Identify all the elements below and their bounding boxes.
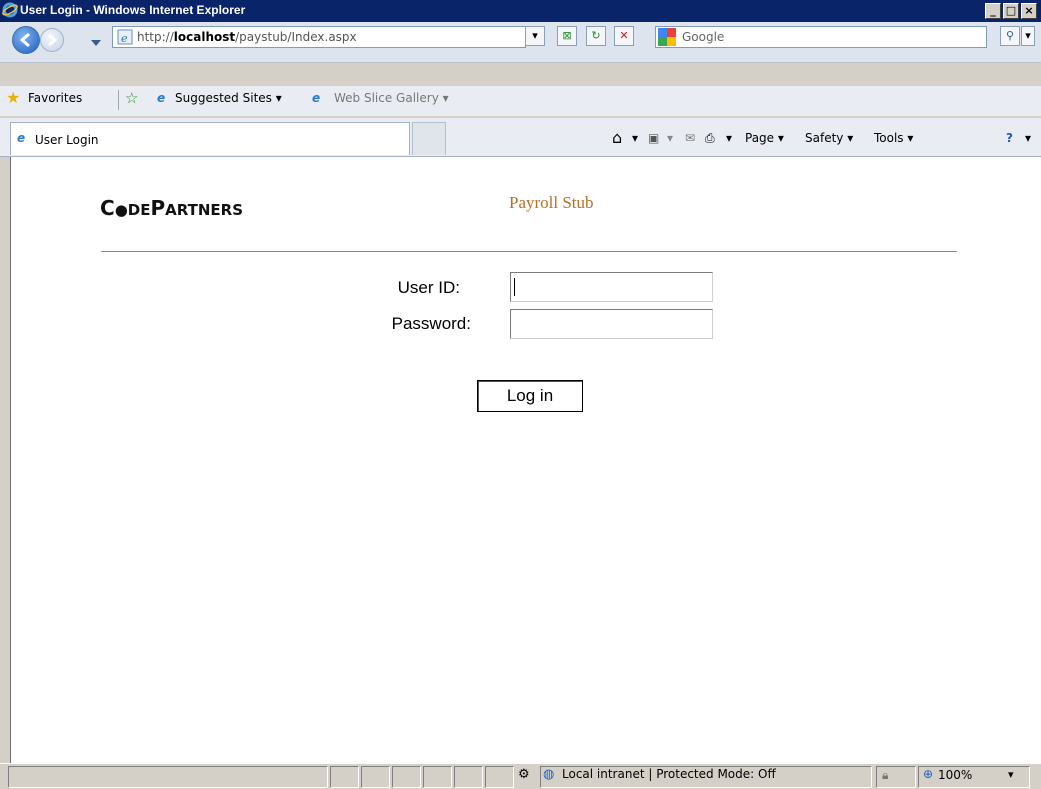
tab-user-login[interactable]: e User Login — [10, 122, 410, 155]
forward-arrow-icon — [48, 34, 57, 46]
tools-menu[interactable]: Tools ▾ — [874, 131, 913, 145]
address-bar[interactable]: e http://localhost/paystub/Index.aspx — [112, 26, 526, 48]
compatibility-view-icon[interactable]: ⊠ — [557, 26, 577, 46]
user-id-input[interactable] — [510, 272, 713, 302]
suggested-sites-icon: e — [157, 91, 166, 105]
minimize-button[interactable]: _ — [985, 3, 1001, 19]
status-pane — [361, 766, 390, 788]
status-message-pane — [8, 766, 328, 788]
google-logo-icon — [658, 28, 676, 46]
recent-pages-dropdown[interactable] — [91, 32, 101, 51]
page-menu[interactable]: Page ▾ — [745, 131, 784, 145]
web-slice-gallery-button[interactable]: Web Slice Gallery ▾ — [334, 91, 449, 105]
print-icon[interactable]: ⎙ — [705, 131, 715, 146]
user-id-label: User ID: — [397, 278, 460, 297]
logo-letter: C — [100, 196, 115, 220]
help-icon[interactable]: ? — [1006, 131, 1013, 145]
password-input[interactable] — [510, 309, 713, 339]
read-mail-icon[interactable]: ✉ — [685, 131, 695, 145]
logo-letters: ARTNERS — [165, 201, 244, 219]
logo-dot: ● — [114, 201, 128, 219]
stop-icon[interactable]: ✕ — [614, 26, 634, 46]
toolbar-divider — [118, 90, 119, 110]
login-button[interactable]: Log in — [477, 380, 583, 412]
feeds-dropdown[interactable]: ▾ — [667, 131, 673, 145]
chevron-down-icon — [91, 40, 101, 46]
favorites-star-icon: ★ — [6, 88, 21, 107]
status-pane — [423, 766, 452, 788]
web-slice-icon: e — [312, 91, 321, 105]
search-icon[interactable]: ⚲ — [1000, 26, 1020, 46]
logo-letters: DE — [127, 201, 151, 219]
status-pane — [454, 766, 483, 788]
print-dropdown[interactable]: ▾ — [726, 131, 732, 145]
lock-icon: 🔒︎ — [882, 768, 889, 782]
url-host: localhost — [173, 30, 236, 44]
tab-ie-icon: e — [17, 131, 26, 145]
back-button[interactable] — [12, 26, 40, 54]
new-tab-button[interactable] — [412, 122, 446, 155]
address-dropdown-button[interactable]: ▾ — [525, 26, 545, 46]
page-content — [10, 157, 1041, 763]
url-prefix: http:// — [137, 30, 174, 44]
window-title-bar: User Login - Windows Internet Explorer _… — [0, 0, 1041, 22]
zoom-level[interactable]: 100% — [938, 768, 972, 782]
zoom-dropdown[interactable]: ▾ — [1008, 768, 1014, 781]
ie-logo-icon — [2, 2, 18, 18]
refresh-icon[interactable]: ↻ — [586, 26, 606, 46]
protected-mode-icon[interactable]: ⚙ — [518, 767, 530, 782]
suggested-sites-button[interactable]: Suggested Sites ▾ — [175, 91, 282, 105]
password-label: Password: — [391, 314, 471, 333]
close-button[interactable]: × — [1021, 3, 1037, 19]
page-ie-icon: e — [117, 29, 133, 45]
search-placeholder: Google — [682, 30, 725, 44]
app-title: Payroll Stub — [509, 193, 594, 212]
favorites-button[interactable]: Favorites — [28, 91, 82, 105]
status-pane — [330, 766, 359, 788]
maximize-button[interactable]: □ — [1003, 3, 1019, 19]
safety-menu[interactable]: Safety ▾ — [805, 131, 853, 145]
forward-button[interactable] — [40, 28, 64, 52]
intranet-globe-icon: ◍ — [543, 767, 555, 782]
status-pane — [485, 766, 514, 788]
text-caret — [514, 278, 515, 296]
back-arrow-icon — [19, 32, 30, 48]
add-to-favorites-icon[interactable]: ☆ — [125, 89, 138, 107]
logo-letter: P — [150, 196, 166, 220]
feeds-icon[interactable]: ▣ — [648, 131, 659, 145]
svg-text:e: e — [121, 32, 128, 45]
url-text: http://localhost/paystub/Index.aspx — [137, 30, 357, 44]
zoom-icon: ⊕ — [923, 767, 934, 781]
window-title: User Login - Windows Internet Explorer — [20, 3, 246, 17]
header-divider — [101, 251, 957, 252]
help-dropdown[interactable]: ▾ — [1025, 131, 1031, 145]
search-input[interactable]: Google — [655, 26, 987, 48]
url-path: /paystub/Index.aspx — [235, 30, 357, 44]
home-icon[interactable]: ⌂ — [612, 128, 622, 147]
home-dropdown[interactable]: ▾ — [632, 131, 638, 145]
tab-label: User Login — [35, 133, 99, 147]
zone-status-text: Local intranet | Protected Mode: Off — [562, 767, 776, 781]
codepartners-logo: C●DEPARTNERS — [100, 196, 243, 220]
status-pane — [392, 766, 421, 788]
search-options-dropdown[interactable]: ▾ — [1021, 26, 1035, 46]
